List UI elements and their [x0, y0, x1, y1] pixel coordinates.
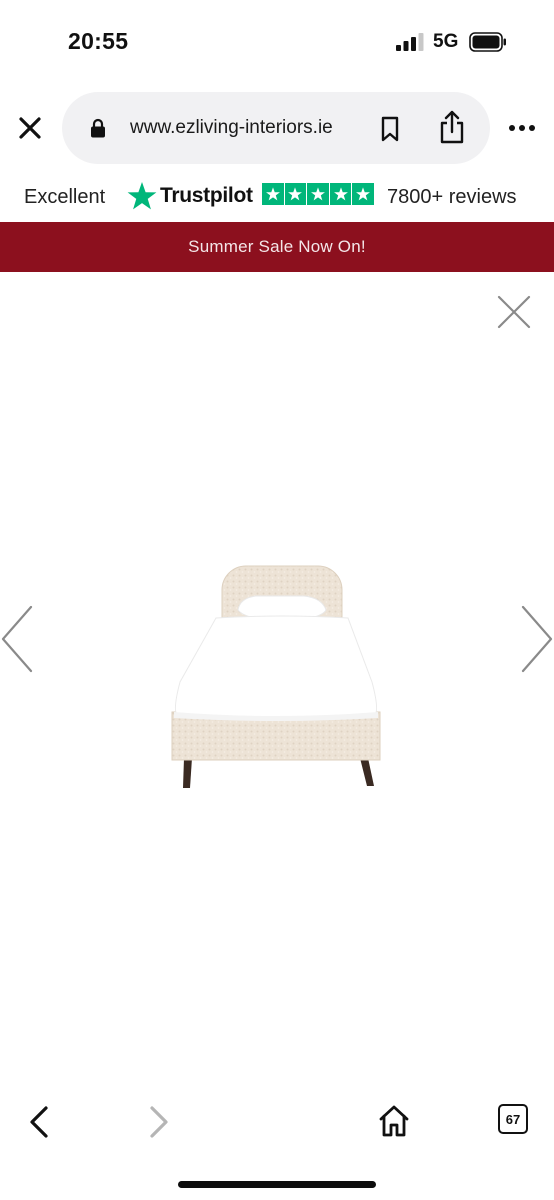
close-icon[interactable]: [16, 114, 44, 142]
bookmark-icon[interactable]: [380, 116, 400, 142]
bottom-toolbar: 67: [0, 1090, 554, 1160]
chevron-left-icon[interactable]: [0, 605, 34, 673]
url-text[interactable]: www.ezliving-interiors.ie: [130, 117, 333, 139]
status-time: 20:55: [68, 28, 129, 54]
sale-banner[interactable]: Summer Sale Now On!: [0, 222, 554, 272]
star-icon: [352, 183, 374, 205]
signal-icon: [396, 33, 424, 51]
close-icon[interactable]: [496, 294, 532, 330]
star-icon: [262, 183, 284, 205]
browser-address-bar: www.ezliving-interiors.ie: [0, 90, 554, 166]
trustpilot-star-icon: [127, 182, 157, 210]
image-gallery: [0, 272, 554, 1072]
star-icon: [284, 183, 307, 205]
lock-icon: [91, 118, 105, 138]
network-label: 5G: [433, 31, 459, 52]
tab-count: 67: [505, 1111, 521, 1127]
battery-icon: [469, 32, 506, 52]
back-icon[interactable]: [26, 1104, 54, 1140]
trustpilot-widget[interactable]: Excellent Trustpilot 7800+ reviews: [0, 176, 554, 218]
status-bar: 20:55 5G: [0, 0, 554, 84]
home-icon[interactable]: [378, 1104, 410, 1138]
trust-rating-label: Excellent: [24, 186, 106, 208]
forward-icon[interactable]: [144, 1104, 172, 1140]
trustpilot-brand: Trustpilot: [160, 184, 253, 207]
more-icon[interactable]: [508, 123, 536, 133]
trustpilot-star-rating: [262, 183, 374, 205]
sale-banner-text: Summer Sale Now On!: [188, 237, 366, 256]
share-icon[interactable]: [438, 110, 466, 144]
trustpilot-review-count: 7800+ reviews: [387, 186, 517, 208]
home-indicator[interactable]: [178, 1181, 376, 1188]
star-icon: [307, 183, 329, 205]
bed-image: [171, 565, 381, 788]
star-icon: [329, 183, 352, 205]
chevron-right-icon[interactable]: [520, 605, 554, 673]
url-bar[interactable]: www.ezliving-interiors.ie: [62, 92, 490, 164]
tabs-icon[interactable]: 67: [498, 1104, 528, 1134]
